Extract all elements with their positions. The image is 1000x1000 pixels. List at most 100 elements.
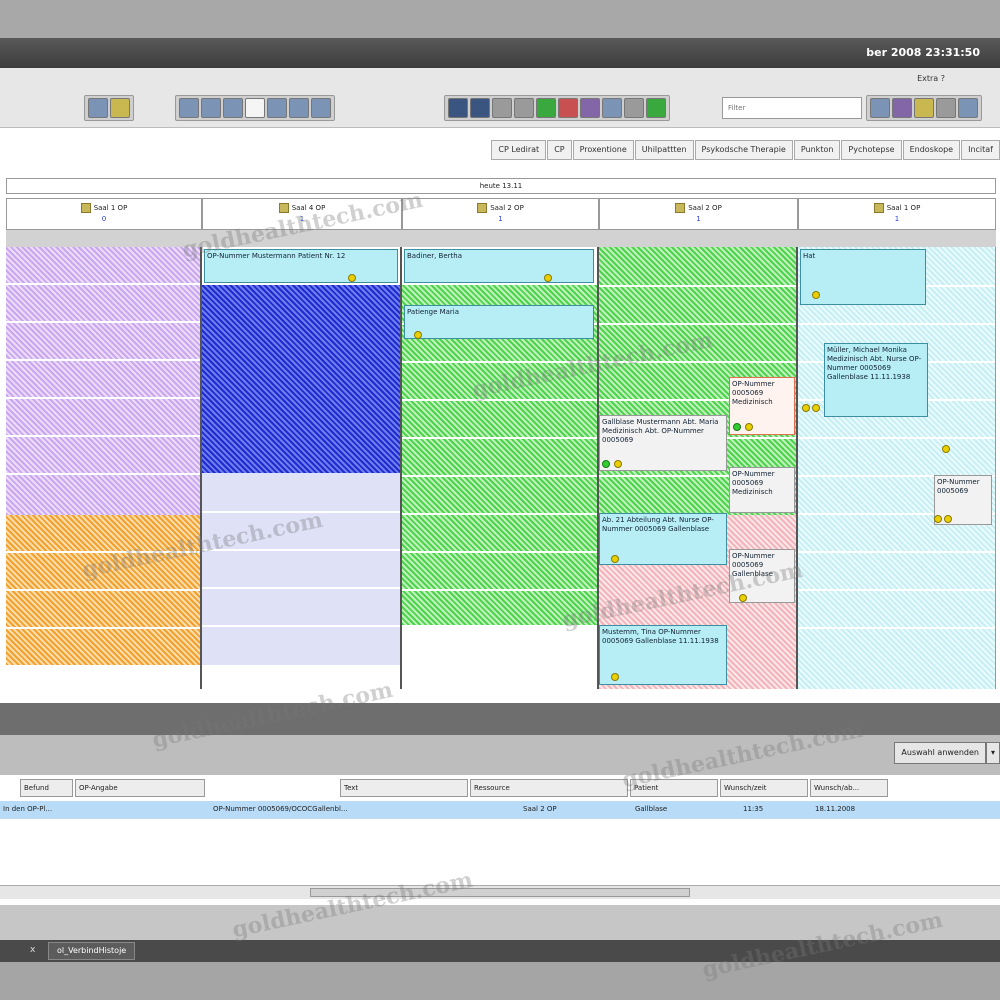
room-lane[interactable]: Hat Müller, Michael Monika Medizinisch A… xyxy=(798,247,996,689)
tab-cp[interactable]: CP xyxy=(547,140,572,160)
free-time xyxy=(402,625,597,689)
settings-icon[interactable] xyxy=(936,98,956,118)
person-icon[interactable] xyxy=(624,98,644,118)
toolbar: Extra ? xyxy=(0,68,1000,128)
column-header[interactable]: Ressource xyxy=(470,779,628,797)
appointment-card[interactable]: Badiner, Bertha xyxy=(404,249,594,283)
column-header[interactable]: Text xyxy=(340,779,468,797)
status-dot xyxy=(611,555,619,563)
copy-icon[interactable] xyxy=(514,98,534,118)
column-title: Saal 1 OP xyxy=(93,204,128,212)
column-count: 0 xyxy=(101,215,107,223)
help-icon[interactable] xyxy=(958,98,978,118)
table-cell: 18.11.2008 xyxy=(815,805,856,813)
toolbar-group-3 xyxy=(444,95,670,121)
table-cell: OP-Nummer 0005069/OCOCGallenbl... xyxy=(213,805,348,813)
table-cell xyxy=(75,801,205,819)
list-icon[interactable] xyxy=(311,98,331,118)
column-title: Saal 2 OP xyxy=(490,204,524,212)
print-icon[interactable] xyxy=(492,98,512,118)
appointment-card[interactable]: OP-Nummer Mustermann Patient Nr. 12 xyxy=(204,249,398,283)
column-header[interactable]: Wunsch/zeit xyxy=(720,779,808,797)
status-tab[interactable]: ol_VerbindHistoje xyxy=(48,942,136,960)
tab-cp-ledirat[interactable]: CP Ledirat xyxy=(491,140,547,160)
column-header[interactable]: Saal 2 OP 1 xyxy=(402,198,599,230)
close-icon[interactable]: x xyxy=(30,945,35,955)
prev-icon[interactable] xyxy=(267,98,287,118)
table-cell: 11:35 xyxy=(743,805,764,813)
status-dot xyxy=(602,460,610,468)
time-gap-strip xyxy=(6,230,996,247)
appointment-card[interactable]: OP-Nummer 0005069 xyxy=(934,475,992,525)
menu-extra[interactable]: Extra ? xyxy=(917,74,945,83)
tab-psykodsche-therapie[interactable]: Psykodsche Therapie xyxy=(694,140,793,160)
status-dot xyxy=(745,423,753,431)
appointment-card[interactable]: Müller, Michael Monika Medizinisch Abt. … xyxy=(824,343,928,417)
status-dot xyxy=(414,331,422,339)
search-input[interactable] xyxy=(722,97,862,119)
column-header[interactable]: Saal 1 OP 1 xyxy=(798,198,996,230)
appointment-card[interactable]: OP-Nummer 0005069 Medizinisch xyxy=(729,467,795,513)
status-dot xyxy=(614,460,622,468)
status-dot xyxy=(944,515,952,523)
note-icon[interactable] xyxy=(914,98,934,118)
column-header[interactable]: Befund xyxy=(20,779,73,797)
occupied-time xyxy=(202,285,400,473)
back-icon[interactable] xyxy=(448,98,468,118)
status-dot xyxy=(544,274,552,282)
month-view-icon[interactable] xyxy=(223,98,243,118)
room-lane[interactable] xyxy=(6,247,202,689)
forward-icon[interactable] xyxy=(470,98,490,118)
day-label: heute 13.11 xyxy=(6,178,996,194)
column-header[interactable]: Wunsch/ab... xyxy=(810,779,888,797)
column-title: Saal 1 OP xyxy=(886,204,921,212)
refresh-icon[interactable] xyxy=(536,98,556,118)
status-dot xyxy=(611,673,619,681)
tab-pychotepse[interactable]: Pychotepse xyxy=(841,140,902,160)
column-header[interactable]: OP-Angabe xyxy=(75,779,205,797)
map-icon[interactable] xyxy=(646,98,666,118)
planned-time xyxy=(202,473,400,665)
apply-selection-button[interactable]: Auswahl anwenden xyxy=(894,742,986,764)
toolbar-group-2 xyxy=(175,95,335,121)
table-cell: Gallblase xyxy=(635,805,668,813)
room-lane[interactable]: OP-Nummer Mustermann Patient Nr. 12 xyxy=(202,247,402,689)
report-icon[interactable] xyxy=(88,98,108,118)
room-icon xyxy=(278,203,289,213)
tab-incitaf[interactable]: Incitaf xyxy=(961,140,1000,160)
status-dot xyxy=(348,274,356,282)
status-dot xyxy=(812,291,820,299)
status-dot xyxy=(733,423,741,431)
room-icon xyxy=(80,203,91,213)
status-dot xyxy=(812,404,820,412)
table-cell: In den OP-Pl... xyxy=(3,805,53,813)
bottom-strip xyxy=(0,962,1000,1000)
palette-icon[interactable] xyxy=(892,98,912,118)
appointment-card[interactable]: Patienge Maria xyxy=(404,305,594,339)
info-icon[interactable] xyxy=(580,98,600,118)
tab-proxentione[interactable]: Proxentione xyxy=(572,140,634,160)
chevron-down-icon[interactable]: ▾ xyxy=(986,742,1000,764)
day-view-icon[interactable] xyxy=(179,98,199,118)
folder-icon[interactable] xyxy=(110,98,130,118)
column-header[interactable]: Saal 1 OP 0 xyxy=(6,198,202,230)
tab-bar: CP Ledirat CP Proxentione Uhilpattten Ps… xyxy=(491,140,1000,160)
clock-icon[interactable] xyxy=(245,98,265,118)
room-icon xyxy=(477,203,488,213)
column-header[interactable]: Saal 2 OP 1 xyxy=(599,198,798,230)
horizontal-scrollbar[interactable] xyxy=(0,885,1000,899)
tile-icon[interactable] xyxy=(870,98,890,118)
window-title: ber 2008 23:31:50 xyxy=(866,46,980,59)
status-dot xyxy=(942,445,950,453)
room-lane[interactable]: OP-Nummer 0005069 Medizinisch Gallblase … xyxy=(599,247,798,689)
week-view-icon[interactable] xyxy=(201,98,221,118)
tab-endoskope[interactable]: Endoskope xyxy=(902,140,961,160)
schedule-panel: CP Ledirat CP Proxentione Uhilpattten Ps… xyxy=(0,128,1000,703)
next-icon[interactable] xyxy=(289,98,309,118)
column-title: Saal 2 OP xyxy=(688,204,722,212)
user-icon[interactable] xyxy=(602,98,622,118)
tab-punkton[interactable]: Punkton xyxy=(793,140,841,160)
delete-icon[interactable] xyxy=(558,98,578,118)
tab-uhilpattten[interactable]: Uhilpattten xyxy=(634,140,694,160)
top-strip xyxy=(0,0,1000,38)
